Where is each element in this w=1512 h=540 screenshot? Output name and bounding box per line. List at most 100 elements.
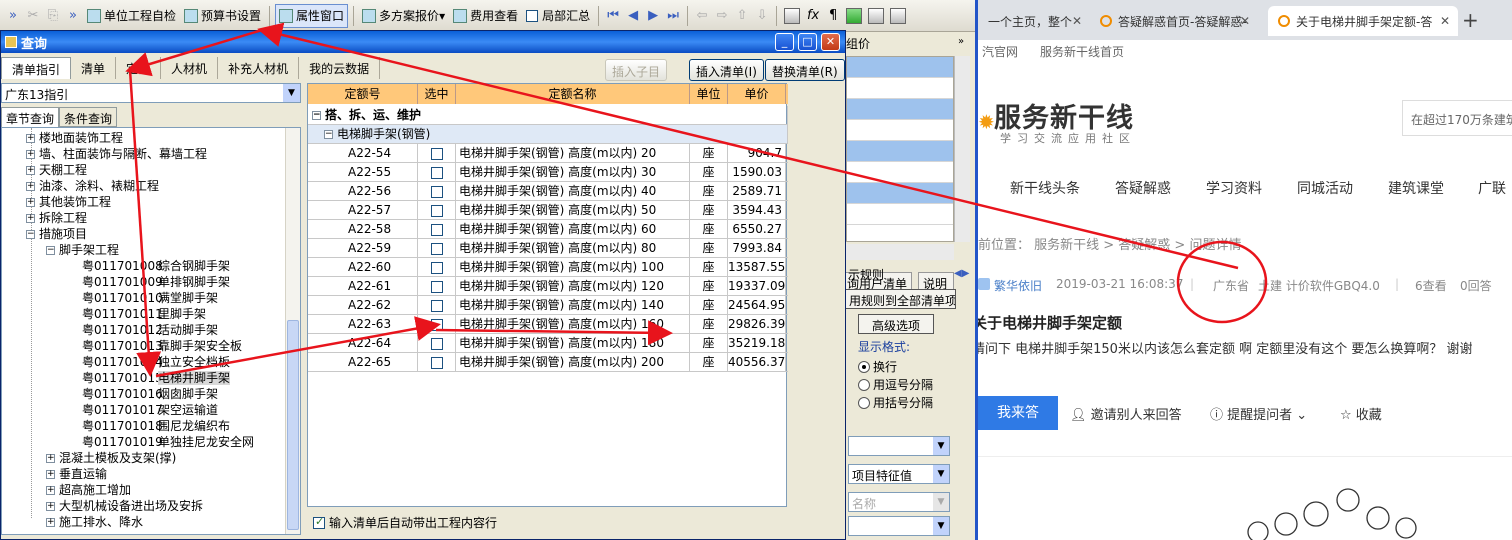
select-cell[interactable] <box>418 163 456 181</box>
maximize-icon[interactable]: □ <box>798 33 817 51</box>
tree-list-item[interactable]: 粤011701015电梯井脚手架 <box>82 370 231 386</box>
expand-icon[interactable]: + <box>26 182 35 191</box>
tree-list-item[interactable]: 粤011701011里脚手架 <box>82 306 206 322</box>
nav-materials[interactable]: 学习资料 <box>1206 178 1262 198</box>
grid-row[interactable] <box>847 99 953 120</box>
tab-condition-query[interactable]: 条件查询 <box>59 107 118 127</box>
question-author[interactable]: 繁华依旧 <box>994 277 1042 294</box>
overflow-icon[interactable]: » <box>4 8 22 23</box>
browser-tab-3[interactable]: 关于电梯井脚手架定额-答 ✕ <box>1268 6 1458 36</box>
table-row[interactable]: A22-61 电梯井脚手架(钢管) 高度(m以内) 120 座 19337.09 <box>308 277 788 296</box>
tree-section-node[interactable]: + 大型机械设备进出场及安拆 <box>46 498 203 514</box>
select-checkbox[interactable] <box>430 261 443 274</box>
browser-tab-1[interactable]: 一个主页，整个 ✕ <box>978 6 1090 36</box>
multi-plan-quote-button[interactable]: 多方案报价 ▾ <box>359 4 448 28</box>
tab-list[interactable]: 清单 <box>71 57 117 79</box>
grid-row[interactable] <box>847 141 953 162</box>
grid-row[interactable] <box>847 162 953 183</box>
tree-chapter-node[interactable]: − 措施项目 <box>26 226 87 242</box>
select-checkbox[interactable] <box>430 318 443 331</box>
expand-icon[interactable]: + <box>46 470 55 479</box>
bookmark-official[interactable]: 汽官网 <box>982 43 1018 60</box>
select-cell[interactable] <box>418 258 456 276</box>
first-record-icon[interactable]: ⏮ <box>604 8 622 23</box>
collapse-icon[interactable]: − <box>324 130 333 139</box>
tree-list-item[interactable]: 粤011701019单独挂尼龙安全网 <box>82 434 254 450</box>
chevron-down-icon[interactable]: ▼ <box>933 493 949 511</box>
select-cell[interactable] <box>418 144 456 162</box>
list-icon[interactable] <box>890 7 907 24</box>
tree-list-item[interactable]: 粤011701012活动脚手架 <box>82 322 218 338</box>
tree-chapter-node[interactable]: + 其他装饰工程 <box>26 194 111 210</box>
dialog-title-bar[interactable]: 查询 <box>1 31 845 53</box>
apply-rule-all-button[interactable]: 用规则到全部清单项 <box>844 289 956 309</box>
fee-view-button[interactable]: 费用查看 <box>450 4 521 28</box>
remind-asker-link[interactable]: ⓘ 提醒提问者 ⌄ <box>1210 404 1307 423</box>
subgroup-row[interactable]: − 电梯脚手架(钢管) <box>308 125 788 144</box>
table-row[interactable]: A22-58 电梯井脚手架(钢管) 高度(m以内) 60 座 6550.27 <box>308 220 788 239</box>
background-grid[interactable] <box>846 56 954 242</box>
tab-chapter-query[interactable]: 章节查询 <box>1 107 60 127</box>
select-checkbox[interactable] <box>430 166 443 179</box>
radio-bracket[interactable]: 用括号分隔 <box>858 394 933 411</box>
table-row[interactable]: A22-57 电梯井脚手架(钢管) 高度(m以内) 50 座 3594.43 <box>308 201 788 220</box>
tab-scroll-icon[interactable]: ◀▶ <box>954 268 969 279</box>
collapse-icon[interactable]: − <box>312 111 321 120</box>
tree-chapter-node[interactable]: + 油漆、涂料、裱糊工程 <box>26 178 159 194</box>
select-cell[interactable] <box>418 201 456 219</box>
tree-list-item[interactable]: 粤011701014独立安全档板 <box>82 354 230 370</box>
insert-list-button[interactable]: 插入清单(I) <box>689 59 764 81</box>
grid-row[interactable] <box>847 57 953 78</box>
dropdown-arrow-icon[interactable]: ▾ <box>439 9 445 23</box>
paragraph-icon[interactable]: ¶ <box>824 8 842 23</box>
image-icon[interactable] <box>868 7 885 24</box>
expand-icon[interactable]: + <box>26 150 35 159</box>
user-avatar[interactable] <box>978 278 990 290</box>
radio-dot[interactable] <box>858 378 870 391</box>
expand-icon[interactable]: + <box>46 486 55 495</box>
table-row[interactable]: A22-54 电梯井脚手架(钢管) 高度(m以内) 20 座 904.7 <box>308 144 788 163</box>
select-cell[interactable] <box>418 239 456 257</box>
select-cell[interactable] <box>418 353 456 371</box>
chevron-down-icon[interactable]: ▼ <box>933 517 949 535</box>
select-cell[interactable] <box>418 220 456 238</box>
close-icon[interactable]: ✕ <box>821 33 840 51</box>
tree-list-item[interactable]: 粤011701018围尼龙编织布 <box>82 418 230 434</box>
bookmark-home[interactable]: 服务新干线首页 <box>1040 43 1124 60</box>
expand-icon[interactable]: + <box>26 134 35 143</box>
chevron-down-icon[interactable]: ▼ <box>283 84 300 102</box>
tree-section-node[interactable]: + 施工排水、降水 <box>46 514 143 530</box>
expand-icon[interactable]: + <box>26 166 35 175</box>
chapter-tree[interactable]: + 楼地面装饰工程 + 墙、柱面装饰与隔断、幕墙工程 + 天棚工程 + 油漆、涂料、裱糊工程 +… <box>1 127 301 535</box>
select-checkbox[interactable] <box>430 204 443 217</box>
select-checkbox[interactable] <box>430 356 443 369</box>
radio-comma[interactable]: 用逗号分隔 <box>858 376 933 393</box>
table-row[interactable]: A22-60 电梯井脚手架(钢管) 高度(m以内) 100 座 13587.55 <box>308 258 788 277</box>
property-window-button[interactable]: 属性窗口 <box>275 3 349 28</box>
partial-summary-checkbox[interactable] <box>526 9 539 22</box>
collapse-icon[interactable]: − <box>26 230 35 239</box>
advanced-options-button[interactable]: 高级选项 <box>858 314 934 334</box>
radio-dot[interactable] <box>858 396 870 409</box>
tree-scaffold-node[interactable]: − 脚手架工程 <box>46 242 119 258</box>
invite-answer-link[interactable]: 👤︎ 邀请别人来回答 <box>1070 404 1182 423</box>
tree-list-item[interactable]: 粤011701016烟囱脚手架 <box>82 386 218 402</box>
col-name[interactable]: 定额名称 <box>456 84 690 104</box>
tree-chapter-node[interactable]: + 楼地面装饰工程 <box>26 130 123 146</box>
select-cell[interactable] <box>418 315 456 333</box>
table-row[interactable]: A22-59 电梯井脚手架(钢管) 高度(m以内) 80 座 7993.84 <box>308 239 788 258</box>
tree-list-item[interactable]: 粤011701009单排钢脚手架 <box>82 274 230 290</box>
unit-self-check-button[interactable]: 单位工程自检 <box>84 4 179 28</box>
tree-list-item[interactable]: 粤011701010满堂脚手架 <box>82 290 218 306</box>
tab-supplement-material[interactable]: 补充人材机 <box>218 57 300 79</box>
nav-glodon[interactable]: 广联 <box>1478 178 1506 198</box>
tree-chapter-node[interactable]: + 墙、柱面装饰与隔断、幕墙工程 <box>26 146 207 162</box>
arrow-left-icon[interactable]: ⇦ <box>693 8 711 23</box>
minimize-icon[interactable]: _ <box>775 33 794 51</box>
option-combo-2[interactable]: 项目特征值 ▼ <box>848 464 950 484</box>
chevron-down-icon[interactable]: ▼ <box>933 437 949 455</box>
nav-classroom[interactable]: 建筑课堂 <box>1388 178 1444 198</box>
arrow-up-icon[interactable]: ⇧ <box>733 8 751 23</box>
tree-section-node[interactable]: + 垂直运输 <box>46 466 107 482</box>
last-record-icon[interactable]: ⏭ <box>664 8 682 23</box>
